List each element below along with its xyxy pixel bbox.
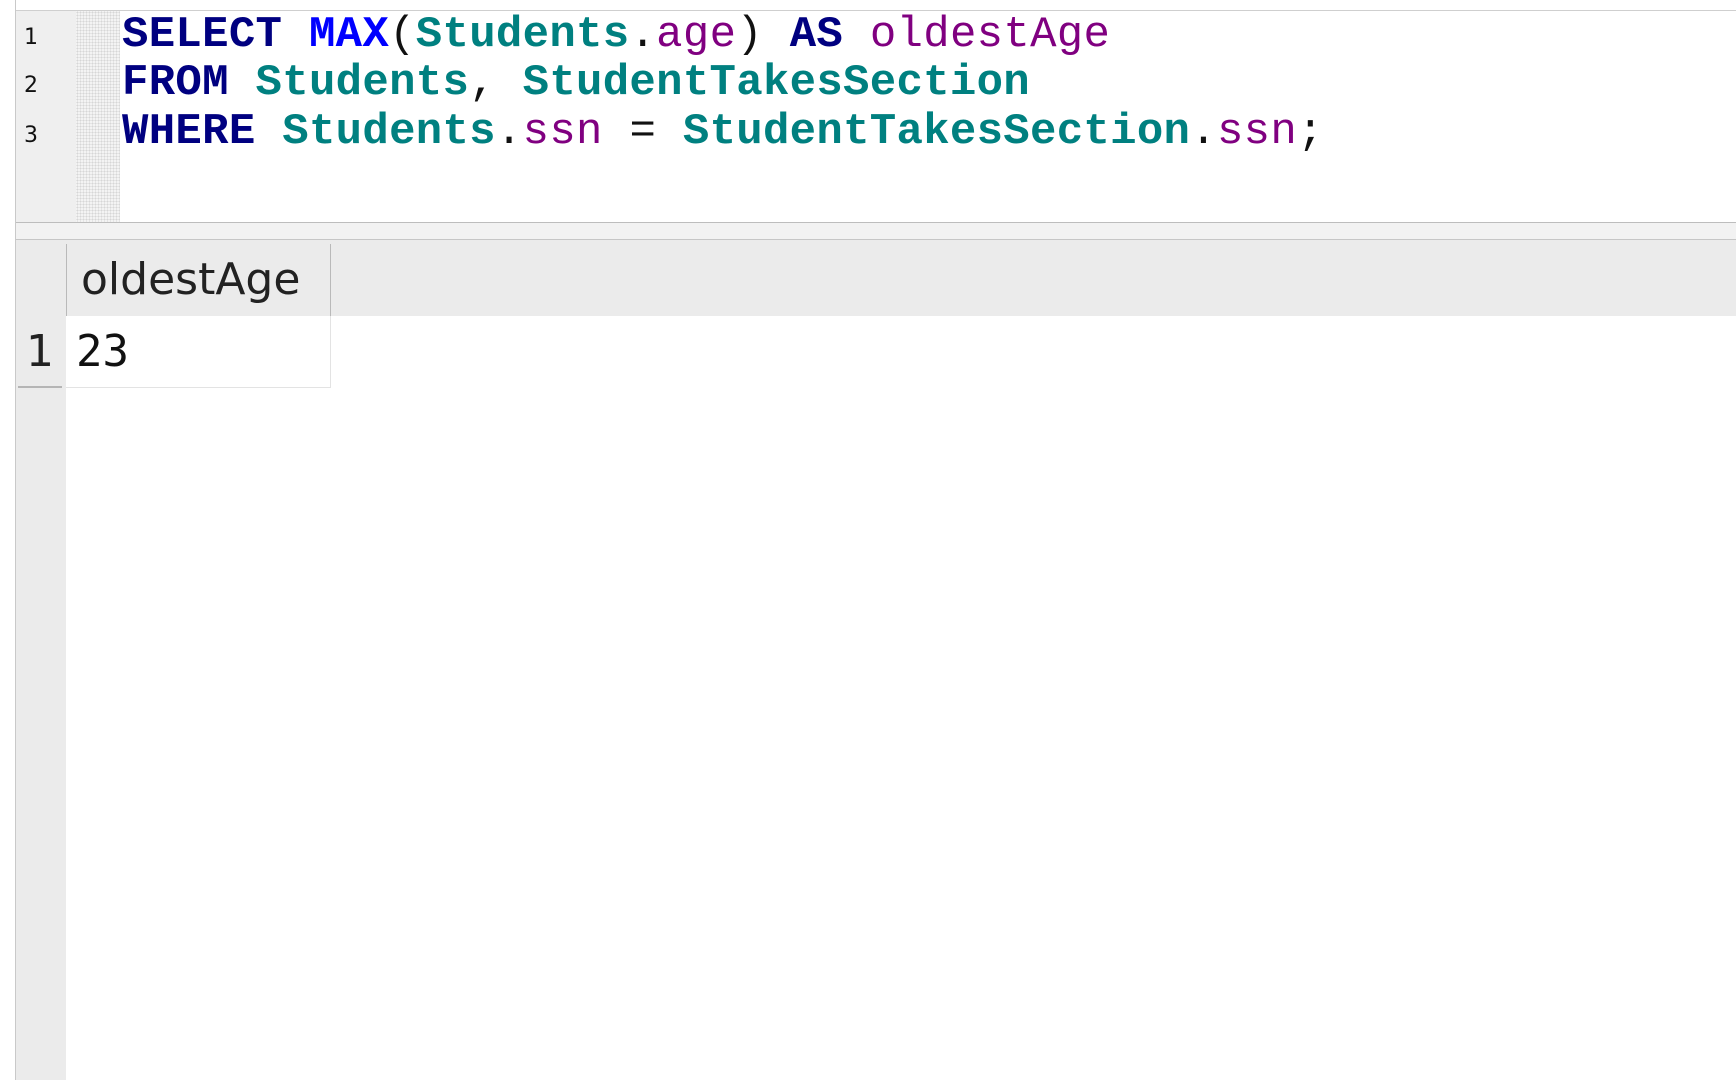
column-name: ssn <box>522 107 603 157</box>
table-name: Students <box>282 107 496 157</box>
punctuation <box>229 58 256 108</box>
result-cell[interactable]: 23 <box>66 316 331 388</box>
row-number-1[interactable]: 1 <box>18 316 62 388</box>
sql-function: MAX <box>308 10 390 60</box>
sql-keyword: SELECT <box>122 10 283 60</box>
punctuation: , <box>469 58 523 108</box>
code-line-1[interactable]: SELECT MAX(Students.age) AS oldestAge <box>122 8 1110 62</box>
table-name: Students <box>255 58 470 108</box>
column-name: age <box>656 10 737 60</box>
sql-query-window: 1 2 3 SELECT MAX(Students.age) AS oldest… <box>0 0 1736 1080</box>
code-area[interactable]: SELECT MAX(Students.age) AS oldestAge FR… <box>122 8 1736 222</box>
line-number-1: 1 <box>24 25 38 50</box>
sql-keyword: FROM <box>122 58 229 108</box>
column-name: oldestAge <box>869 10 1111 60</box>
punctuation: . <box>1190 107 1217 157</box>
table-name: StudentTakesSection <box>682 107 1191 157</box>
punctuation <box>843 10 870 60</box>
punctuation: ) <box>736 10 790 60</box>
line-number-2: 2 <box>24 73 38 98</box>
punctuation: . <box>495 107 523 157</box>
line-number-gutter: 1 2 3 <box>16 11 76 222</box>
sql-keyword: AS <box>789 10 844 60</box>
pane-splitter[interactable] <box>16 223 1736 240</box>
punctuation: ( <box>389 10 416 60</box>
punctuation <box>282 10 309 60</box>
column-header-oldestage[interactable]: oldestAge <box>66 244 331 316</box>
table-name: StudentTakesSection <box>522 58 1030 108</box>
code-line-2[interactable]: FROM Students, StudentTakesSection <box>122 56 1030 110</box>
punctuation: . <box>629 10 657 60</box>
code-folding-strip <box>76 11 120 222</box>
punctuation: ; <box>1297 107 1324 157</box>
results-grid[interactable]: oldestAge 1 23 <box>16 240 1736 1080</box>
line-number-3: 3 <box>24 123 38 148</box>
window-left-edge <box>0 0 16 1080</box>
code-line-3[interactable]: WHERE Students.ssn = StudentTakesSection… <box>122 105 1324 159</box>
table-name: Students <box>415 10 630 60</box>
sql-keyword: WHERE <box>122 107 256 157</box>
sql-editor[interactable]: 1 2 3 SELECT MAX(Students.age) AS oldest… <box>16 10 1736 223</box>
column-name: ssn <box>1216 107 1298 157</box>
punctuation: = <box>602 107 683 157</box>
punctuation <box>256 107 283 157</box>
